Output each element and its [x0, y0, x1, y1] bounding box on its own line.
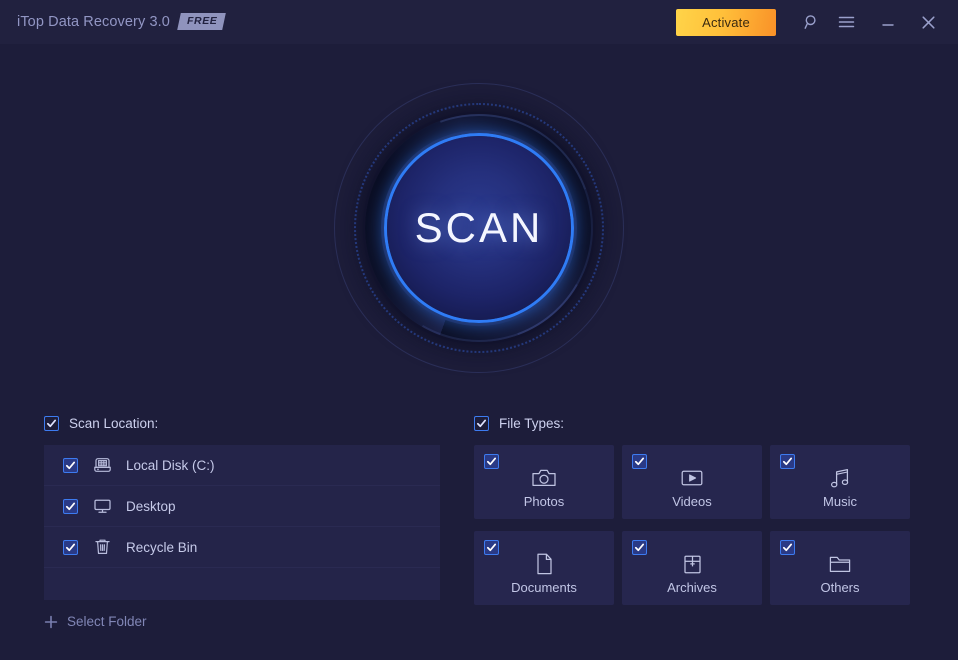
- activate-button[interactable]: Activate: [676, 9, 776, 36]
- hamburger-menu-icon[interactable]: [832, 6, 860, 38]
- music-note-icon: [828, 465, 852, 491]
- file-types-panel: File Types: Photos: [474, 412, 914, 605]
- monitor-icon: [92, 496, 112, 516]
- file-type-label: Others: [820, 580, 859, 595]
- file-types-title: File Types:: [499, 416, 564, 431]
- scan-location-checkbox[interactable]: [63, 540, 78, 555]
- video-icon: [679, 465, 705, 491]
- file-type-label: Archives: [667, 580, 717, 595]
- camera-icon: [531, 465, 557, 491]
- minimize-icon[interactable]: [874, 6, 902, 38]
- app-title: iTop Data Recovery 3.0: [17, 14, 170, 30]
- title-bar: iTop Data Recovery 3.0 FREE Activate: [0, 0, 958, 44]
- file-type-card-others[interactable]: Others: [770, 531, 910, 605]
- file-type-checkbox-videos[interactable]: [632, 454, 647, 469]
- select-folder-button[interactable]: Select Folder: [44, 614, 147, 629]
- scan-button[interactable]: SCAN: [387, 136, 571, 320]
- file-type-card-documents[interactable]: Documents: [474, 531, 614, 605]
- file-type-card-music[interactable]: Music: [770, 445, 910, 519]
- edition-badge-label: FREE: [187, 15, 217, 28]
- hard-disk-icon: [92, 455, 112, 475]
- file-type-checkbox-music[interactable]: [780, 454, 795, 469]
- folder-icon: [827, 551, 853, 577]
- close-icon[interactable]: [914, 6, 942, 38]
- list-item[interactable]: Local Disk (C:): [44, 445, 440, 486]
- file-types-header: File Types:: [474, 412, 914, 434]
- file-type-label: Videos: [672, 494, 712, 509]
- scan-button-area: SCAN: [0, 44, 958, 400]
- file-type-label: Documents: [511, 580, 577, 595]
- list-item[interactable]: Desktop: [44, 486, 440, 527]
- window-controls: Activate: [676, 0, 958, 44]
- file-type-label: Photos: [524, 494, 564, 509]
- search-icon[interactable]: [798, 6, 826, 38]
- file-types-grid: Photos Videos: [474, 445, 914, 605]
- file-type-card-photos[interactable]: Photos: [474, 445, 614, 519]
- file-type-card-archives[interactable]: Archives: [622, 531, 762, 605]
- edition-badge: FREE: [177, 13, 226, 30]
- list-item-label: Local Disk (C:): [126, 458, 215, 473]
- list-item-label: Desktop: [126, 499, 176, 514]
- file-type-checkbox-documents[interactable]: [484, 540, 499, 555]
- file-types-select-all-checkbox[interactable]: [474, 416, 489, 431]
- trash-icon: [92, 537, 112, 557]
- scan-location-panel: Scan Location:: [44, 412, 440, 629]
- app-title-group: iTop Data Recovery 3.0 FREE: [17, 13, 224, 30]
- scan-location-checkbox[interactable]: [63, 458, 78, 473]
- plus-icon: [44, 615, 58, 629]
- list-empty-filler: [44, 568, 440, 600]
- scan-location-header: Scan Location:: [44, 412, 440, 434]
- document-icon: [533, 551, 555, 577]
- list-item[interactable]: Recycle Bin: [44, 527, 440, 568]
- scan-location-select-all-checkbox[interactable]: [44, 416, 59, 431]
- file-type-checkbox-archives[interactable]: [632, 540, 647, 555]
- file-type-card-videos[interactable]: Videos: [622, 445, 762, 519]
- scan-button-label: SCAN: [415, 204, 544, 252]
- file-type-label: Music: [823, 494, 857, 509]
- scan-location-list: Local Disk (C:) Desktop: [44, 445, 440, 600]
- file-type-checkbox-others[interactable]: [780, 540, 795, 555]
- archive-box-icon: [681, 551, 704, 577]
- options-panels: Scan Location:: [0, 400, 958, 660]
- scan-location-title: Scan Location:: [69, 416, 158, 431]
- scan-location-checkbox[interactable]: [63, 499, 78, 514]
- list-item-label: Recycle Bin: [126, 540, 197, 555]
- file-type-checkbox-photos[interactable]: [484, 454, 499, 469]
- select-folder-label: Select Folder: [67, 614, 147, 629]
